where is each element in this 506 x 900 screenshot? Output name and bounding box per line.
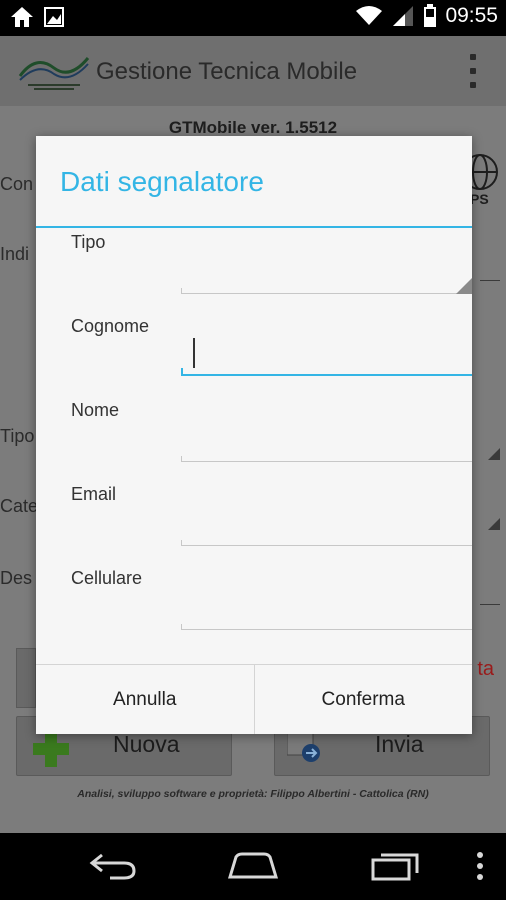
recent-apps-icon[interactable] [370, 851, 420, 881]
image-icon [44, 7, 64, 27]
cellulare-label: Cellulare [71, 568, 143, 588]
credits-text: Analisi, sviluppo software e proprietà: … [77, 788, 429, 800]
bg-divider [480, 604, 500, 605]
bg-status-text: ta [477, 658, 494, 680]
dati-segnalatore-dialog: Dati segnalatore Tipo Cognome Nome Email… [36, 136, 472, 734]
version-label: GTMobile ver. 1.5512 [168, 118, 338, 137]
wifi-icon [356, 6, 383, 25]
clock: 09:55 [445, 4, 498, 27]
dialog-title-divider [36, 226, 472, 228]
bg-label-des: Des [0, 568, 33, 588]
action-bar: Gestione Tecnica Mobile [0, 36, 506, 106]
dialog-button-bar: Annulla Conferma [36, 664, 472, 734]
bg-spinner-arrow [488, 518, 500, 530]
send-icon [287, 733, 320, 762]
spinner-arrow-icon [456, 278, 472, 294]
bg-label-tipo: Tipo [0, 426, 35, 446]
email-label: Email [71, 484, 117, 504]
text-cursor [193, 338, 195, 368]
svg-text:PS: PS [470, 191, 489, 207]
signal-icon [393, 6, 414, 26]
app-logo [18, 57, 90, 90]
battery-icon [424, 4, 437, 27]
cognome-input[interactable] [181, 332, 472, 376]
bg-divider [480, 280, 500, 281]
plus-icon [33, 731, 69, 767]
conferma-button[interactable]: Conferma [253, 665, 472, 734]
invia-button-label: Invia [375, 731, 424, 757]
nome-label: Nome [71, 400, 120, 420]
tipo-label: Tipo [71, 232, 106, 252]
cognome-label: Cognome [71, 316, 150, 336]
app-title: Gestione Tecnica Mobile [96, 58, 358, 85]
bg-label-con: Con [0, 174, 34, 194]
email-input[interactable] [181, 502, 472, 546]
bg-label-cate: Cate [0, 496, 39, 516]
home-nav-icon[interactable] [226, 851, 280, 881]
status-bar: 09:55 [0, 0, 506, 36]
bg-label-indi: Indi [0, 244, 30, 264]
back-icon[interactable] [88, 851, 138, 881]
annulla-button[interactable]: Annulla [36, 665, 254, 734]
nuova-button-label: Nuova [113, 731, 180, 757]
bg-button-fragment [16, 648, 36, 708]
dialog-title: Dati segnalatore [60, 166, 264, 197]
menu-dots-icon[interactable] [474, 851, 486, 881]
nome-input[interactable] [181, 418, 472, 462]
home-icon [11, 7, 33, 27]
overflow-menu-icon[interactable] [468, 54, 478, 88]
cellulare-input[interactable] [181, 586, 472, 630]
tipo-spinner[interactable] [181, 250, 472, 294]
navigation-bar [0, 833, 506, 900]
bg-spinner-arrow [488, 448, 500, 460]
